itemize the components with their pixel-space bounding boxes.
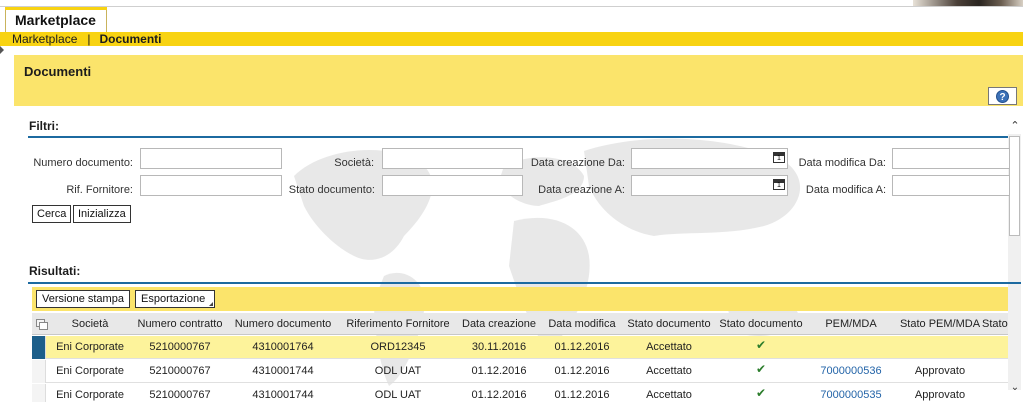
cell-pem-mda-link[interactable]: 7000000536: [806, 360, 896, 383]
risultati-title: Risultati:: [29, 264, 81, 278]
tab-bar: [0, 7, 1023, 32]
cell-numero-contratto: 5210000767: [149, 365, 211, 377]
data-modifica-da-input[interactable]: [892, 148, 1010, 169]
scroll-down-icon[interactable]: ⌄: [1009, 382, 1021, 394]
select-all-icon[interactable]: [36, 319, 48, 330]
print-version-label: Versione stampa: [42, 293, 124, 305]
expand-arrow-icon[interactable]: [0, 46, 5, 54]
col-header-stato-documento-icon[interactable]: Stato documento: [716, 313, 806, 335]
cell-numero-documento: 4310001744: [252, 365, 314, 377]
data-creazione-a-label: Data creazione A:: [538, 184, 625, 196]
table-row[interactable]: Eni Corporate 5210000767 4310001744 ODL …: [32, 384, 1008, 402]
cell-riferimento: ODL UAT: [374, 389, 422, 401]
print-version-button[interactable]: Versione stampa: [36, 290, 130, 308]
checkmark-icon: ✔: [755, 386, 767, 400]
cell-societa: Eni Corporate: [56, 365, 124, 377]
page-header: Documenti: [14, 55, 1023, 106]
table-row[interactable]: Eni Corporate 5210000767 4310001744 ODL …: [32, 360, 1008, 383]
checkmark-icon: ✔: [755, 362, 767, 376]
results-toolbar: Versione stampa Esportazione: [32, 287, 1008, 311]
dropdown-corner-icon: [209, 302, 214, 306]
numero-documento-label: Numero documento:: [33, 157, 133, 169]
cell-data-creazione: 01.12.2016: [471, 365, 527, 377]
top-strip: [0, 0, 1023, 7]
data-modifica-a-label: Data modifica A:: [805, 184, 886, 196]
data-creazione-a-input[interactable]: [631, 175, 788, 196]
stato-documento-label: Stato documento:: [288, 184, 375, 196]
content-area: Filtri: ⌃ Numero documento: Società: Dat…: [14, 106, 1023, 402]
cell-numero-documento: 4310001764: [252, 341, 314, 353]
col-header-data-creazione[interactable]: Data creazione: [457, 313, 541, 335]
cell-riferimento: ORD12345: [370, 341, 426, 353]
row-selector[interactable]: [32, 384, 46, 402]
export-button[interactable]: Esportazione: [135, 290, 216, 308]
breadcrumb-current: Documenti: [99, 32, 162, 46]
search-button[interactable]: Cerca: [32, 205, 72, 223]
breadcrumb-spacer: [0, 46, 1023, 54]
societa-label: Società:: [334, 157, 374, 169]
row-selector[interactable]: [32, 336, 46, 359]
societa-input[interactable]: [382, 148, 523, 169]
reset-button[interactable]: Inizializza: [73, 205, 131, 223]
scroll-up-icon[interactable]: ⌃: [1009, 120, 1021, 132]
cell-data-modifica: 01.12.2016: [554, 365, 610, 377]
cell-data-creazione: 01.12.2016: [471, 389, 527, 401]
help-button[interactable]: ?: [988, 87, 1017, 105]
cell-riferimento: ODL UAT: [374, 365, 422, 377]
cell-stato-pem-mda: Approvato: [914, 365, 966, 377]
cell-numero-documento: 4310001744: [252, 389, 314, 401]
numero-documento-input[interactable]: [140, 148, 282, 169]
cell-societa: Eni Corporate: [56, 341, 124, 353]
filtri-title: Filtri:: [29, 119, 59, 133]
col-header-stato[interactable]: Stato: [982, 313, 1012, 335]
filtri-divider: [28, 136, 1021, 138]
col-header-societa[interactable]: Società: [51, 313, 129, 335]
cell-numero-contratto: 5210000767: [149, 341, 211, 353]
data-creazione-da-input[interactable]: [631, 148, 788, 169]
table-row[interactable]: Eni Corporate 5210000767 4310001764 ORD1…: [32, 336, 1008, 359]
col-header-riferimento-fornitore[interactable]: Riferimento Fornitore: [339, 313, 457, 335]
rif-fornitore-label: Rif. Fornitore:: [66, 184, 133, 196]
help-icon: ?: [996, 89, 1009, 103]
cell-stato-pem-mda: [896, 336, 984, 359]
cell-pem-mda-link[interactable]: 7000000535: [806, 384, 896, 402]
tab-marketplace[interactable]: Marketplace: [5, 7, 107, 33]
risultati-divider: [28, 282, 1021, 284]
scrollbar-thumb[interactable]: [1009, 136, 1020, 236]
col-header-numero-documento[interactable]: Numero documento: [231, 313, 335, 335]
col-header-numero-contratto[interactable]: Numero contratto: [131, 313, 229, 335]
stato-documento-input[interactable]: [382, 175, 523, 196]
cell-stato-documento: Accettato: [646, 341, 692, 353]
cell-data-creazione: 30.11.2016: [471, 341, 527, 353]
page-title: Documenti: [24, 64, 92, 79]
header-photo: [913, 0, 1023, 6]
row-selector[interactable]: [32, 360, 46, 383]
rif-fornitore-input[interactable]: [140, 175, 282, 196]
col-header-data-modifica[interactable]: Data modifica: [542, 313, 622, 335]
breadcrumb-marketplace[interactable]: Marketplace: [12, 32, 77, 46]
col-header-stato-documento[interactable]: Stato documento: [622, 313, 716, 335]
cell-data-modifica: 01.12.2016: [554, 389, 610, 401]
cell-stato-pem-mda: Approvato: [914, 389, 966, 401]
breadcrumb: Marketplace | Documenti: [0, 32, 1023, 46]
data-modifica-da-label: Data modifica Da:: [798, 157, 886, 169]
cell-numero-contratto: 5210000767: [149, 389, 211, 401]
col-header-stato-pem-mda[interactable]: Stato PEM/MDA: [896, 313, 984, 335]
data-creazione-da-label: Data creazione Da:: [530, 157, 625, 169]
checkmark-icon: ✔: [755, 338, 767, 352]
data-modifica-a-input[interactable]: [892, 175, 1010, 196]
breadcrumb-separator: |: [87, 32, 91, 46]
table-header: Società Numero contratto Numero document…: [32, 313, 1008, 335]
col-header-pem-mda[interactable]: PEM/MDA: [806, 313, 896, 335]
export-label: Esportazione: [141, 293, 206, 305]
cell-societa: Eni Corporate: [56, 389, 124, 401]
cell-stato-documento: Accettato: [646, 365, 692, 377]
cell-pem-mda[interactable]: [806, 336, 896, 359]
cell-data-modifica: 01.12.2016: [554, 341, 610, 353]
cell-stato-documento: Accettato: [646, 389, 692, 401]
